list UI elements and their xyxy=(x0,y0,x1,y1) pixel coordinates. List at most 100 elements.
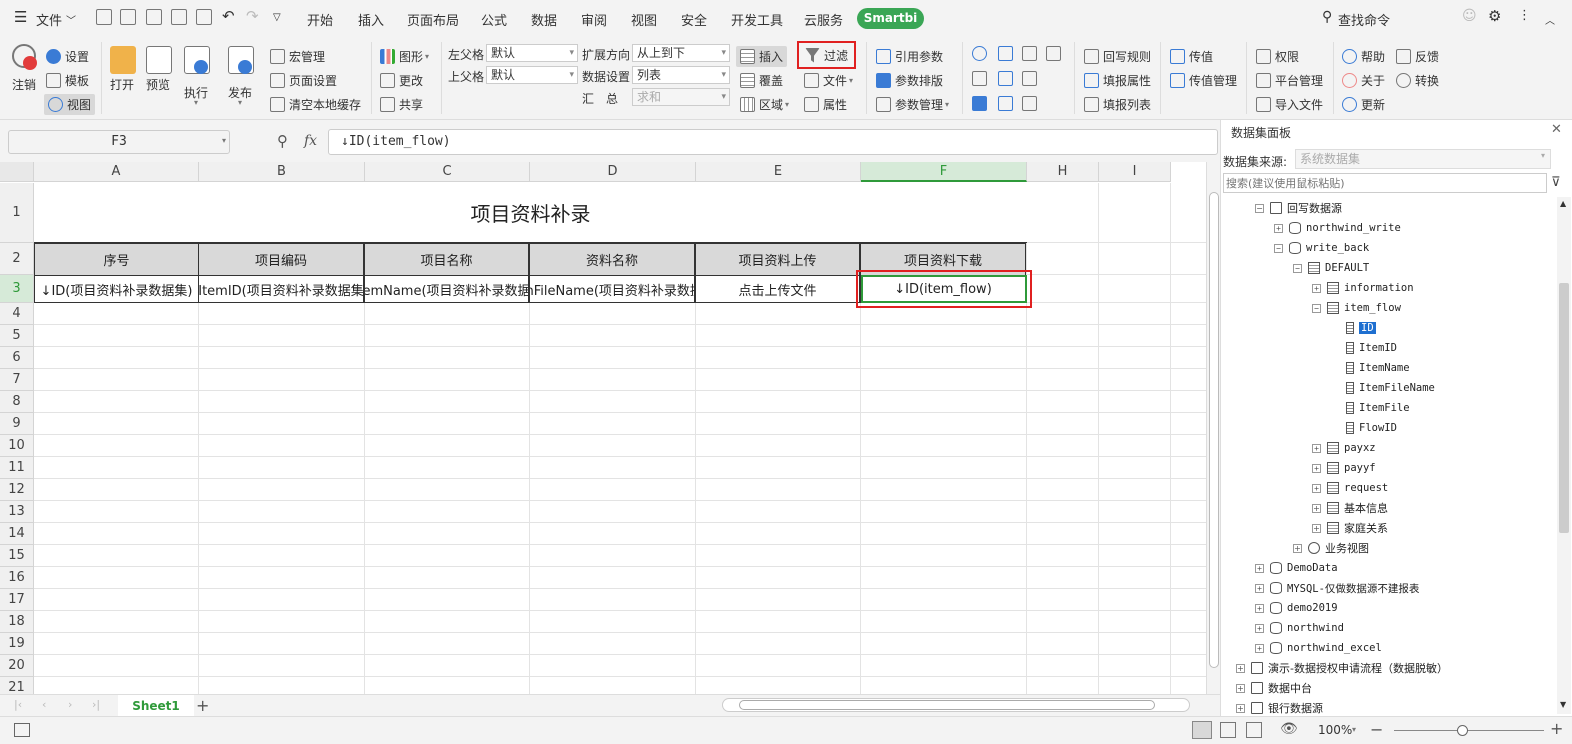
tree-node[interactable]: + 银行数据源 xyxy=(1236,699,1323,714)
quick-access-dropdown-icon[interactable]: ▽ xyxy=(273,12,281,23)
gear-icon[interactable]: ⚙ xyxy=(1488,7,1501,25)
column-header-b[interactable]: B xyxy=(199,162,365,182)
tree-node[interactable]: + demo2019 xyxy=(1255,599,1338,617)
tree-node[interactable]: + northwind xyxy=(1255,619,1344,637)
data-cell-3[interactable]: mFileName(项目资料补录数据 xyxy=(529,275,695,303)
normal-view-icon[interactable] xyxy=(1192,721,1212,739)
vertical-scrollbar[interactable] xyxy=(1206,162,1220,694)
zoom-slider[interactable] xyxy=(1394,730,1544,731)
control-icon-9[interactable] xyxy=(998,96,1017,111)
expand-dir-select[interactable]: 从上到下 xyxy=(632,44,730,62)
row-header-17[interactable]: 17 xyxy=(0,589,34,611)
update-button[interactable]: 更新 xyxy=(1342,96,1385,113)
tab-6[interactable]: 视图 xyxy=(631,10,657,29)
control-icon-7[interactable] xyxy=(1022,71,1041,86)
pass-manage-button[interactable]: 传值管理 xyxy=(1170,72,1237,89)
tree-node[interactable]: + payxz xyxy=(1312,439,1376,457)
hamburger-icon[interactable]: ☰ xyxy=(14,8,27,26)
dataset-source-select[interactable]: 系统数据集 xyxy=(1295,149,1551,169)
expand-icon[interactable]: + xyxy=(1255,623,1264,633)
row-header-3[interactable]: 3 xyxy=(0,275,34,303)
row-header-10[interactable]: 10 xyxy=(0,435,34,457)
page-break-view-icon[interactable] xyxy=(1220,722,1236,738)
collapse-icon[interactable]: − xyxy=(1255,203,1264,213)
column-header-e[interactable]: E xyxy=(696,162,861,182)
zoom-formula-icon[interactable]: ⚲ xyxy=(277,132,288,150)
header-cell-0[interactable]: 序号 xyxy=(34,243,199,276)
data-cell-4[interactable]: 点击上传文件 xyxy=(695,275,860,303)
tree-node[interactable]: − 回写数据源 xyxy=(1255,199,1342,217)
tree-node[interactable]: + request xyxy=(1312,479,1388,497)
tab-2[interactable]: 页面布局 xyxy=(407,10,459,29)
summary-select[interactable]: 求和 xyxy=(632,88,730,106)
file-button[interactable]: 文件 ▾ xyxy=(804,72,853,89)
collapse-icon[interactable]: − xyxy=(1312,303,1321,313)
undo-icon[interactable]: ↶ xyxy=(222,7,235,25)
scrollbar-thumb[interactable] xyxy=(1209,192,1219,668)
report-title[interactable]: 项目资料补录 xyxy=(34,183,1027,243)
chevron-down-icon[interactable]: ﹀ xyxy=(66,12,76,27)
header-cell-1[interactable]: 项目编码 xyxy=(198,243,364,276)
scroll-up-icon[interactable]: ▲ xyxy=(1560,199,1566,208)
tab-3[interactable]: 公式 xyxy=(481,10,507,29)
about-button[interactable]: 关于 xyxy=(1342,72,1385,89)
control-icon-3[interactable] xyxy=(1022,46,1041,61)
dataset-tree[interactable]: − 回写数据源 + northwind_write − write_back − DEFAUL… xyxy=(1221,197,1557,714)
control-icon-4[interactable] xyxy=(1046,46,1065,61)
tree-node[interactable]: ItemName xyxy=(1331,359,1410,377)
dataset-search-input[interactable] xyxy=(1223,173,1547,193)
row-header-9[interactable]: 9 xyxy=(0,413,34,435)
modify-button[interactable]: 更改 xyxy=(380,72,423,89)
save-icon[interactable] xyxy=(120,9,136,25)
macro-button[interactable]: 宏管理 xyxy=(270,48,325,65)
macro-record-icon[interactable] xyxy=(14,723,30,737)
page-setup-button[interactable]: 页面设置 xyxy=(270,72,337,89)
column-header-i[interactable]: I xyxy=(1099,162,1171,182)
horizontal-scrollbar[interactable] xyxy=(722,698,1190,712)
tree-node[interactable]: + MYSQL-仅做数据源不建报表 xyxy=(1255,579,1419,597)
expand-icon[interactable]: + xyxy=(1293,543,1302,553)
control-icon-1[interactable] xyxy=(972,46,991,61)
last-sheet-icon[interactable]: ›| xyxy=(92,698,100,711)
help-button[interactable]: 帮助 xyxy=(1342,48,1385,65)
close-icon[interactable]: ✕ xyxy=(1551,122,1562,137)
param-layout-button[interactable]: 参数排版 xyxy=(876,72,943,89)
column-header-a[interactable]: A xyxy=(34,162,199,182)
chevron-down-icon[interactable]: ▾ xyxy=(1352,725,1356,734)
open-icon[interactable] xyxy=(110,46,136,74)
chevron-down-icon[interactable]: ▾ xyxy=(1541,151,1545,160)
open-button[interactable]: 打开 xyxy=(110,76,134,93)
row-header-1[interactable]: 1 xyxy=(0,183,34,243)
row-header-21[interactable]: 21 xyxy=(0,677,34,694)
panel-scrollbar[interactable]: ▲ ▼ xyxy=(1557,197,1571,714)
zoom-out-icon[interactable]: − xyxy=(1370,720,1383,739)
scroll-down-icon[interactable]: ▼ xyxy=(1560,700,1566,709)
left-parent-select[interactable]: 默认 xyxy=(486,44,578,62)
print-preview-icon[interactable] xyxy=(196,9,212,25)
more-icon[interactable]: ⋮ xyxy=(1518,8,1531,23)
control-icon-6[interactable] xyxy=(998,71,1017,86)
tab-sheet1[interactable]: Sheet1 xyxy=(118,695,194,717)
row-header-11[interactable]: 11 xyxy=(0,457,34,479)
tree-node[interactable]: − DEFAULT xyxy=(1293,259,1369,277)
convert-button[interactable]: 转换 xyxy=(1396,72,1439,89)
column-header-c[interactable]: C xyxy=(365,162,530,182)
share-button[interactable]: 共享 xyxy=(380,96,423,113)
row-header-2[interactable]: 2 xyxy=(0,243,34,275)
chevron-down-icon[interactable]: ▾ xyxy=(238,98,242,107)
fill-list-button[interactable]: 填报列表 xyxy=(1084,96,1151,113)
tab-8[interactable]: 开发工具 xyxy=(731,10,783,29)
redo-icon[interactable]: ↷ xyxy=(246,7,259,25)
eye-protect-icon[interactable]: 👁 xyxy=(1280,721,1298,737)
import-file-button[interactable]: 导入文件 xyxy=(1256,96,1323,113)
tree-node[interactable]: ItemID xyxy=(1331,339,1397,357)
expand-icon[interactable]: + xyxy=(1255,643,1264,653)
row-header-16[interactable]: 16 xyxy=(0,567,34,589)
tree-node[interactable]: + 基本信息 xyxy=(1312,499,1388,517)
collapse-icon[interactable]: − xyxy=(1274,243,1283,253)
data-cell-0[interactable]: ↓ID(项目资料补录数据集) xyxy=(34,275,199,303)
tab-9[interactable]: 云服务 xyxy=(804,10,843,29)
feedback-button[interactable]: 反馈 xyxy=(1396,48,1439,65)
expand-icon[interactable]: + xyxy=(1236,663,1245,673)
row-header-12[interactable]: 12 xyxy=(0,479,34,501)
